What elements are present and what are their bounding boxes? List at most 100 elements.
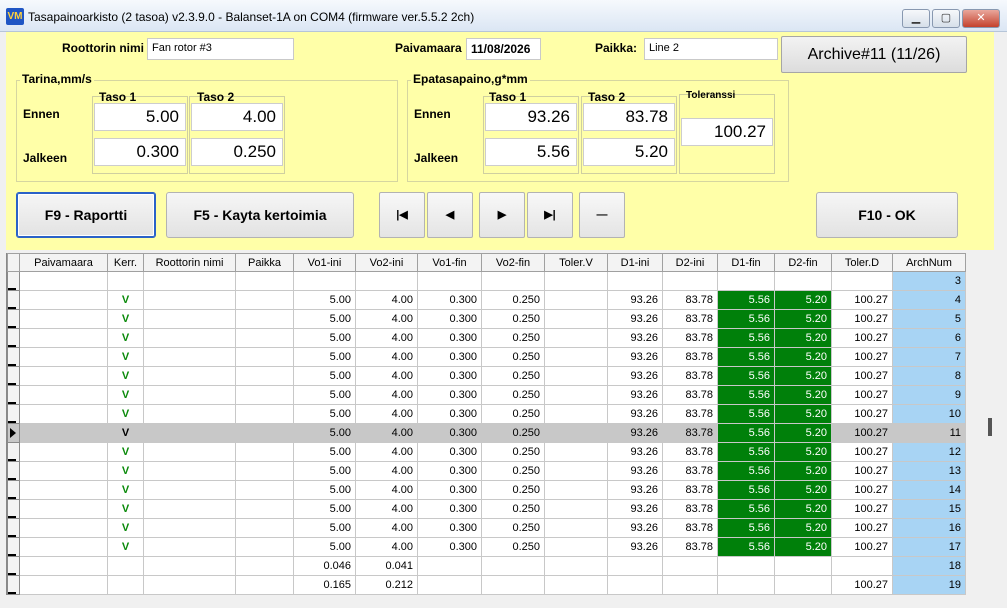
vo2-ini-cell[interactable]: 4.00 — [355, 461, 418, 481]
table-row[interactable]: 3 — [7, 271, 966, 291]
vo2-ini-cell[interactable]: 4.00 — [355, 404, 418, 424]
toler-d-cell[interactable]: 100.27 — [831, 499, 893, 519]
toler-v-cell[interactable] — [544, 461, 608, 481]
coefficient-cell[interactable]: V — [107, 385, 144, 405]
scrollbar-thumb[interactable] — [988, 418, 992, 436]
vo2-ini-cell[interactable]: 4.00 — [355, 423, 418, 443]
vo2-fin-cell[interactable]: 0.250 — [481, 480, 545, 500]
coefficient-cell[interactable]: V — [107, 461, 144, 481]
archnum-cell[interactable]: 5 — [892, 309, 966, 329]
vo2-fin-cell[interactable]: 0.250 — [481, 347, 545, 367]
rotor-name-cell[interactable] — [143, 480, 236, 500]
vo1-fin-cell[interactable]: 0.300 — [417, 499, 482, 519]
toler-d-cell[interactable]: 100.27 — [831, 537, 893, 557]
d1-fin-cell[interactable]: 5.56 — [717, 442, 775, 462]
archnum-cell[interactable]: 14 — [892, 480, 966, 500]
coefficient-cell[interactable] — [107, 575, 144, 595]
rotor-name-cell[interactable] — [143, 309, 236, 329]
ok-button[interactable]: F10 - OK — [816, 192, 958, 238]
row-indicator[interactable] — [7, 347, 20, 367]
d2-ini-cell[interactable] — [662, 575, 718, 595]
place-cell[interactable] — [235, 404, 294, 424]
vo2-fin-cell[interactable]: 0.250 — [481, 366, 545, 386]
d2-fin-cell[interactable]: 5.20 — [774, 423, 832, 443]
vo1-ini-cell[interactable]: 5.00 — [293, 518, 356, 538]
d1-fin-cell[interactable] — [717, 271, 775, 291]
d1-fin-cell[interactable]: 5.56 — [717, 347, 775, 367]
place-cell[interactable] — [235, 366, 294, 386]
d1-fin-cell[interactable] — [717, 556, 775, 576]
vo1-ini-cell[interactable]: 5.00 — [293, 385, 356, 405]
vo1-fin-cell[interactable] — [417, 556, 482, 576]
d2-fin-cell[interactable]: 5.20 — [774, 385, 832, 405]
vo2-fin-cell[interactable]: 0.250 — [481, 423, 545, 443]
toler-v-cell[interactable] — [544, 480, 608, 500]
rotor-name-cell[interactable] — [143, 537, 236, 557]
vo1-ini-cell[interactable]: 5.00 — [293, 309, 356, 329]
place-field[interactable]: Line 2 — [644, 38, 778, 60]
d2-ini-cell[interactable]: 83.78 — [662, 518, 718, 538]
archnum-cell[interactable]: 8 — [892, 366, 966, 386]
row-indicator[interactable] — [7, 575, 20, 595]
place-cell[interactable] — [235, 556, 294, 576]
coefficient-cell[interactable] — [107, 556, 144, 576]
toler-v-cell[interactable] — [544, 518, 608, 538]
d1-fin-cell[interactable]: 5.56 — [717, 290, 775, 310]
archnum-cell[interactable]: 3 — [892, 271, 966, 291]
rotor-name-cell[interactable] — [143, 556, 236, 576]
vo2-fin-cell[interactable]: 0.250 — [481, 518, 545, 538]
table-row[interactable]: V 5.00 4.00 0.300 0.250 93.26 83.78 5.56 5.20 100… — [7, 518, 966, 538]
archnum-cell[interactable]: 4 — [892, 290, 966, 310]
d1-fin-cell[interactable]: 5.56 — [717, 328, 775, 348]
vo2-ini-cell[interactable]: 4.00 — [355, 290, 418, 310]
d2-fin-cell[interactable]: 5.20 — [774, 328, 832, 348]
table-row[interactable]: V 5.00 4.00 0.300 0.250 93.26 83.78 5.56 5.20 100… — [7, 499, 966, 519]
table-row[interactable]: 0.165 0.212 100.27 19 — [7, 575, 966, 595]
coefficient-cell[interactable]: V — [107, 499, 144, 519]
vo1-ini-cell[interactable]: 5.00 — [293, 366, 356, 386]
vo1-ini-cell[interactable] — [293, 271, 356, 291]
toler-d-cell[interactable]: 100.27 — [831, 366, 893, 386]
vo2-fin-cell[interactable]: 0.250 — [481, 499, 545, 519]
toler-d-cell[interactable]: 100.27 — [831, 347, 893, 367]
rotor-name-cell[interactable] — [143, 328, 236, 348]
d1-ini-cell[interactable]: 93.26 — [607, 366, 663, 386]
vo1-fin-cell[interactable] — [417, 575, 482, 595]
table-row[interactable]: V 5.00 4.00 0.300 0.250 93.26 83.78 5.56 5.20 100… — [7, 366, 966, 386]
d2-ini-cell[interactable] — [662, 556, 718, 576]
place-cell[interactable] — [235, 480, 294, 500]
next-record-button[interactable]: ▶ — [479, 192, 525, 238]
vo1-fin-cell[interactable] — [417, 271, 482, 291]
place-cell[interactable] — [235, 328, 294, 348]
d1-fin-cell[interactable]: 5.56 — [717, 537, 775, 557]
d2-fin-cell[interactable] — [774, 575, 832, 595]
vo2-ini-cell[interactable]: 4.00 — [355, 347, 418, 367]
vo1-ini-cell[interactable]: 5.00 — [293, 499, 356, 519]
coefficient-cell[interactable]: V — [107, 347, 144, 367]
d2-fin-cell[interactable]: 5.20 — [774, 366, 832, 386]
column-header[interactable]: Paivamaara — [19, 253, 108, 272]
vo1-ini-cell[interactable]: 0.165 — [293, 575, 356, 595]
table-row[interactable]: V 5.00 4.00 0.300 0.250 93.26 83.78 5.56 5.20 100… — [7, 290, 966, 310]
toler-v-cell[interactable] — [544, 385, 608, 405]
vo2-ini-cell[interactable]: 4.00 — [355, 518, 418, 538]
d2-ini-cell[interactable]: 83.78 — [662, 499, 718, 519]
toler-d-cell[interactable]: 100.27 — [831, 480, 893, 500]
coefficient-cell[interactable]: V — [107, 537, 144, 557]
table-row[interactable]: 0.046 0.041 18 — [7, 556, 966, 576]
vo1-ini-cell[interactable]: 5.00 — [293, 442, 356, 462]
date-cell[interactable] — [19, 480, 108, 500]
place-cell[interactable] — [235, 518, 294, 538]
row-indicator[interactable] — [7, 404, 20, 424]
vo2-ini-cell[interactable]: 4.00 — [355, 480, 418, 500]
last-record-button[interactable]: ▶| — [527, 192, 573, 238]
vo2-ini-cell[interactable]: 4.00 — [355, 442, 418, 462]
archnum-cell[interactable]: 11 — [892, 423, 966, 443]
toler-d-cell[interactable]: 100.27 — [831, 309, 893, 329]
place-cell[interactable] — [235, 423, 294, 443]
table-row[interactable]: V 5.00 4.00 0.300 0.250 93.26 83.78 5.56 5.20 100… — [7, 461, 966, 481]
d2-ini-cell[interactable]: 83.78 — [662, 461, 718, 481]
date-field[interactable]: 11/08/2026 — [466, 38, 541, 60]
previous-record-button[interactable]: ◀ — [427, 192, 473, 238]
toler-v-cell[interactable] — [544, 442, 608, 462]
